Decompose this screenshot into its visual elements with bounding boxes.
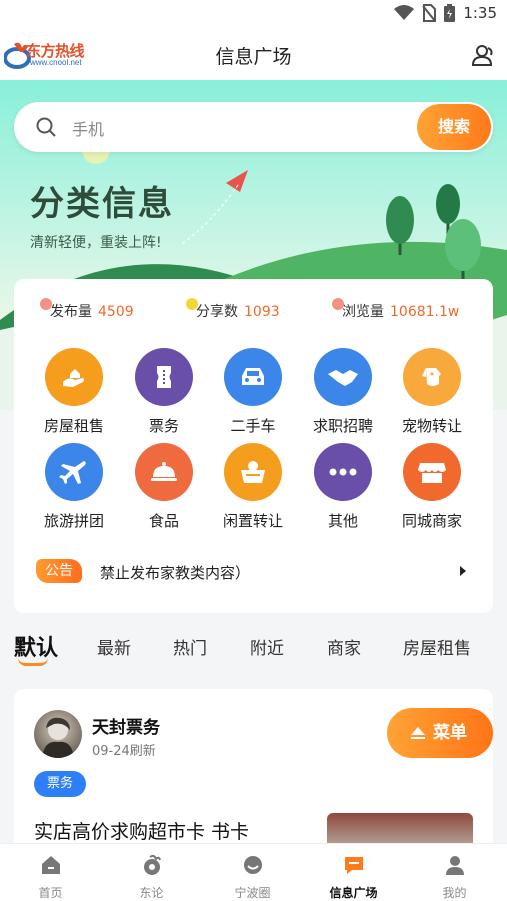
category-local-shops[interactable]: 同城商家 [392, 443, 472, 531]
tab-merchants[interactable]: 商家 [327, 634, 361, 659]
stat-label: 浏览量 [342, 304, 384, 320]
hero-subtitle: 清新轻便，重装上阵! [30, 235, 162, 251]
post-title[interactable]: 实店高价求购超市卡 书卡 [34, 817, 249, 844]
basket-icon [224, 443, 282, 501]
page-title: 信息广场 [215, 46, 292, 68]
airplane-icon [45, 443, 103, 501]
home-icon [41, 856, 60, 874]
nav-home[interactable]: 首页 [0, 844, 101, 901]
category-food[interactable]: 食品 [124, 443, 204, 531]
category-travel[interactable]: 旅游拼团 [34, 443, 114, 531]
nav-info-square[interactable]: 信息广场 [303, 844, 404, 901]
wifi-icon [394, 5, 415, 20]
category-label: 闲置转让 [222, 512, 283, 530]
no-sim-icon [422, 4, 437, 22]
status-bar: 1:35 [0, 0, 507, 30]
profile-icon [445, 856, 464, 875]
more-dots-icon [314, 443, 372, 501]
menu-button[interactable]: 菜单 [387, 708, 493, 758]
eject-icon [411, 727, 425, 735]
stat-views: 浏览量 10681.1w [332, 298, 460, 321]
circle-chat-icon [243, 856, 262, 874]
chevron-right-icon [460, 566, 466, 576]
announcement-tag: 公告 [36, 559, 82, 583]
nav-label: 信息广场 [329, 886, 378, 900]
post-card[interactable]: 天封票务 09-24刷新 菜单 票务 实店高价求购超市卡 书卡 [14, 689, 493, 859]
forum-icon [143, 854, 161, 875]
category-pets[interactable]: 宠物转让 [392, 348, 472, 436]
hero-title: 分类信息 [30, 184, 174, 224]
nav-ningbo-circle[interactable]: 宁波圈 [202, 844, 303, 901]
post-author[interactable]: 天封票务 [92, 713, 160, 738]
category-other[interactable]: 其他 [303, 443, 383, 531]
dog-icon [403, 348, 461, 406]
nav-label: 首页 [38, 886, 63, 900]
user-account-icon[interactable] [471, 44, 495, 66]
ticket-icon [135, 348, 193, 406]
announcement-bar[interactable]: 公告 禁止发布家教类内容） [36, 559, 466, 585]
eject-icon-bar [411, 737, 425, 739]
stat-label: 发布量 [50, 304, 92, 320]
shop-icon [403, 443, 461, 501]
house-hand-icon [45, 348, 103, 406]
tab-latest[interactable]: 最新 [97, 634, 131, 659]
stat-value: 4509 [98, 304, 134, 320]
category-house[interactable]: 房屋租售 [34, 348, 114, 436]
filter-tabs: 默认 最新 热门 附近 商家 房屋租售 [0, 628, 507, 668]
handshake-icon [314, 348, 372, 406]
category-card: 发布量 4509 分享数 1093 浏览量 10681.1w 房屋租售 票务 二手车 … [14, 279, 493, 613]
stat-dot [332, 298, 344, 310]
stat-shares: 分享数 1093 [186, 298, 280, 321]
stat-value: 10681.1w [390, 304, 460, 320]
search-button[interactable]: 搜索 [417, 104, 491, 150]
category-label: 二手车 [230, 417, 276, 435]
nav-label: 宁波圈 [234, 886, 271, 900]
menu-button-label: 菜单 [433, 723, 467, 743]
avatar[interactable] [34, 710, 82, 758]
tab-housing[interactable]: 房屋租售 [403, 634, 471, 659]
category-used-car[interactable]: 二手车 [213, 348, 293, 436]
tab-hot[interactable]: 热门 [173, 634, 207, 659]
status-time: 1:35 [463, 4, 497, 22]
active-tab-indicator [18, 658, 48, 666]
category-label: 同城商家 [401, 512, 462, 530]
info-square-icon [344, 857, 363, 874]
bottom-nav: 首页 东论 宁波圈 信息广场 我的 [0, 843, 507, 901]
nav-profile[interactable]: 我的 [404, 844, 505, 901]
stat-published: 发布量 4509 [40, 298, 134, 321]
car-icon [224, 348, 282, 406]
category-label: 食品 [148, 512, 179, 530]
search-icon [36, 117, 56, 137]
category-label: 房屋租售 [43, 417, 104, 435]
category-label: 旅游拼团 [43, 512, 104, 530]
category-jobs[interactable]: 求职招聘 [303, 348, 383, 436]
nav-label: 东论 [139, 886, 164, 900]
stat-dot [40, 298, 52, 310]
nav-forum[interactable]: 东论 [101, 844, 202, 901]
search-bar[interactable]: 手机 搜索 [14, 102, 493, 152]
search-input[interactable]: 手机 [72, 116, 104, 140]
post-time: 09-24刷新 [92, 744, 156, 759]
category-label: 票务 [148, 417, 179, 435]
post-category-tag[interactable]: 票务 [34, 771, 86, 797]
category-idle[interactable]: 闲置转让 [213, 443, 293, 531]
battery-icon [444, 4, 456, 22]
nav-label: 我的 [442, 886, 467, 900]
stat-label: 分享数 [196, 304, 238, 320]
status-icons: 1:35 [394, 4, 497, 22]
category-label: 宠物转让 [401, 417, 462, 435]
category-label: 求职招聘 [312, 417, 373, 435]
food-cloche-icon [135, 443, 193, 501]
category-label: 其他 [327, 512, 358, 530]
stat-value: 1093 [244, 304, 280, 320]
stat-dot [186, 298, 198, 310]
announcement-text: 禁止发布家教类内容） [100, 564, 251, 582]
category-ticket[interactable]: 票务 [124, 348, 204, 436]
app-bar: 东方热线 www.cnool.net 信息广场 [0, 30, 507, 80]
tab-nearby[interactable]: 附近 [250, 634, 284, 659]
